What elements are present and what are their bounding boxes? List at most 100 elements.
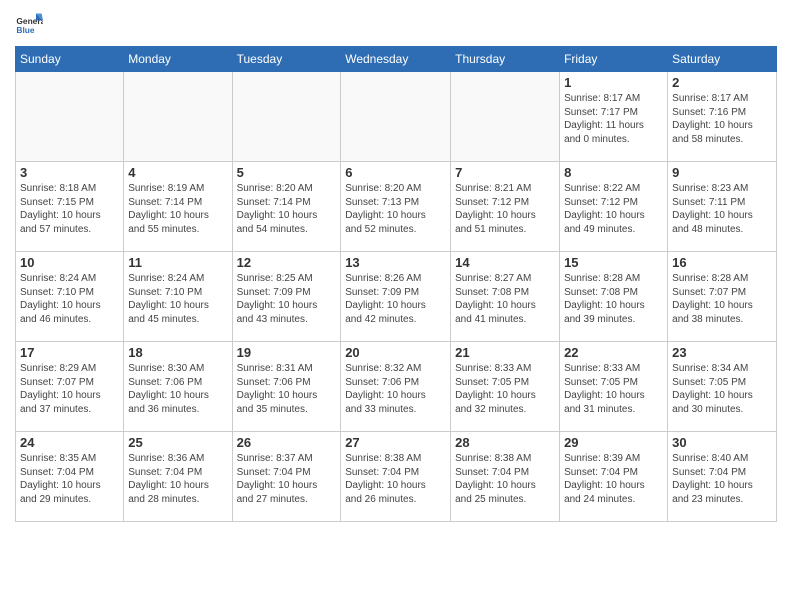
- day-number: 5: [237, 165, 337, 180]
- day-number: 29: [564, 435, 663, 450]
- day-info: Sunrise: 8:22 AM Sunset: 7:12 PM Dayligh…: [564, 182, 663, 236]
- weekday-header-friday: Friday: [560, 47, 668, 72]
- day-number: 11: [128, 255, 227, 270]
- day-info: Sunrise: 8:23 AM Sunset: 7:11 PM Dayligh…: [672, 182, 772, 236]
- calendar-cell: 3 Sunrise: 8:18 AM Sunset: 7:15 PM Daylig…: [16, 162, 124, 252]
- calendar-cell: 14Sunrise: 8:27 AM Sunset: 7:08 PM Dayli…: [451, 252, 560, 342]
- day-info: Sunrise: 8:19 AM Sunset: 7:14 PM Dayligh…: [128, 182, 227, 236]
- day-info: Sunrise: 8:20 AM Sunset: 7:14 PM Dayligh…: [237, 182, 337, 236]
- day-number: 7: [455, 165, 555, 180]
- day-number: 24: [20, 435, 119, 450]
- day-info: Sunrise: 8:32 AM Sunset: 7:06 PM Dayligh…: [345, 362, 446, 416]
- day-info: Sunrise: 8:28 AM Sunset: 7:08 PM Dayligh…: [564, 272, 663, 326]
- calendar-cell: 11 Sunrise: 8:24 AM Sunset: 7:10 PM Dayli…: [124, 252, 232, 342]
- logo-icon: General Blue: [15, 10, 43, 38]
- header: General Blue: [15, 10, 777, 38]
- calendar-cell: 13 Sunrise: 8:26 AM Sunset: 7:09 PM Dayli…: [341, 252, 451, 342]
- day-info: Sunrise: 8:21 AM Sunset: 7:12 PM Dayligh…: [455, 182, 555, 236]
- calendar-cell: 25 Sunrise: 8:36 AM Sunset: 7:04 PM Dayli…: [124, 432, 232, 522]
- day-info: Sunrise: 8:26 AM Sunset: 7:09 PM Dayligh…: [345, 272, 446, 326]
- calendar-cell: 21 Sunrise: 8:33 AM Sunset: 7:05 PM Dayli…: [451, 342, 560, 432]
- day-info: Sunrise: 8:33 AM Sunset: 7:05 PM Dayligh…: [564, 362, 663, 416]
- calendar-cell: 28Sunrise: 8:38 AM Sunset: 7:04 PM Dayli…: [451, 432, 560, 522]
- day-info: Sunrise: 8:34 AM Sunset: 7:05 PM Dayligh…: [672, 362, 772, 416]
- calendar-cell: 23 Sunrise: 8:34 AM Sunset: 7:05 PM Dayli…: [668, 342, 777, 432]
- day-number: 30: [672, 435, 772, 450]
- day-number: 10: [20, 255, 119, 270]
- logo: General Blue: [15, 10, 47, 38]
- day-number: 4: [128, 165, 227, 180]
- calendar-cell: [451, 72, 560, 162]
- day-number: 28: [455, 435, 555, 450]
- day-number: 1: [564, 75, 663, 90]
- calendar-cell: 20Sunrise: 8:32 AM Sunset: 7:06 PM Dayli…: [341, 342, 451, 432]
- calendar-cell: 9 Sunrise: 8:23 AM Sunset: 7:11 PM Daylig…: [668, 162, 777, 252]
- day-info: Sunrise: 8:31 AM Sunset: 7:06 PM Dayligh…: [237, 362, 337, 416]
- weekday-header-monday: Monday: [124, 47, 232, 72]
- day-info: Sunrise: 8:17 AM Sunset: 7:17 PM Dayligh…: [564, 92, 663, 146]
- calendar-cell: 6 Sunrise: 8:20 AM Sunset: 7:13 PM Daylig…: [341, 162, 451, 252]
- day-info: Sunrise: 8:18 AM Sunset: 7:15 PM Dayligh…: [20, 182, 119, 236]
- day-info: Sunrise: 8:25 AM Sunset: 7:09 PM Dayligh…: [237, 272, 337, 326]
- calendar-cell: [232, 72, 341, 162]
- day-info: Sunrise: 8:37 AM Sunset: 7:04 PM Dayligh…: [237, 452, 337, 506]
- weekday-header-tuesday: Tuesday: [232, 47, 341, 72]
- calendar-table: SundayMondayTuesdayWednesdayThursdayFrid…: [15, 46, 777, 522]
- calendar-cell: 5 Sunrise: 8:20 AM Sunset: 7:14 PM Daylig…: [232, 162, 341, 252]
- day-number: 8: [564, 165, 663, 180]
- calendar-cell: 29Sunrise: 8:39 AM Sunset: 7:04 PM Dayli…: [560, 432, 668, 522]
- day-number: 22: [564, 345, 663, 360]
- calendar-header-row: SundayMondayTuesdayWednesdayThursdayFrid…: [16, 47, 777, 72]
- day-number: 26: [237, 435, 337, 450]
- calendar-cell: 22 Sunrise: 8:33 AM Sunset: 7:05 PM Dayli…: [560, 342, 668, 432]
- calendar-cell: 26 Sunrise: 8:37 AM Sunset: 7:04 PM Dayli…: [232, 432, 341, 522]
- day-number: 16: [672, 255, 772, 270]
- day-number: 19: [237, 345, 337, 360]
- day-number: 18: [128, 345, 227, 360]
- weekday-header-sunday: Sunday: [16, 47, 124, 72]
- calendar-cell: 24 Sunrise: 8:35 AM Sunset: 7:04 PM Dayli…: [16, 432, 124, 522]
- day-number: 13: [345, 255, 446, 270]
- calendar-cell: 19 Sunrise: 8:31 AM Sunset: 7:06 PM Dayli…: [232, 342, 341, 432]
- day-info: Sunrise: 8:33 AM Sunset: 7:05 PM Dayligh…: [455, 362, 555, 416]
- weekday-header-wednesday: Wednesday: [341, 47, 451, 72]
- day-info: Sunrise: 8:24 AM Sunset: 7:10 PM Dayligh…: [20, 272, 119, 326]
- day-info: Sunrise: 8:38 AM Sunset: 7:04 PM Dayligh…: [345, 452, 446, 506]
- weekday-header-saturday: Saturday: [668, 47, 777, 72]
- day-number: 6: [345, 165, 446, 180]
- calendar-cell: 15Sunrise: 8:28 AM Sunset: 7:08 PM Dayli…: [560, 252, 668, 342]
- day-info: Sunrise: 8:36 AM Sunset: 7:04 PM Dayligh…: [128, 452, 227, 506]
- calendar-cell: [16, 72, 124, 162]
- calendar-cell: [124, 72, 232, 162]
- day-number: 25: [128, 435, 227, 450]
- calendar-cell: 7 Sunrise: 8:21 AM Sunset: 7:12 PM Daylig…: [451, 162, 560, 252]
- calendar-cell: 1 Sunrise: 8:17 AM Sunset: 7:17 PM Daylig…: [560, 72, 668, 162]
- day-info: Sunrise: 8:20 AM Sunset: 7:13 PM Dayligh…: [345, 182, 446, 236]
- day-number: 21: [455, 345, 555, 360]
- calendar-cell: 30 Sunrise: 8:40 AM Sunset: 7:04 PM Dayli…: [668, 432, 777, 522]
- calendar-cell: 10 Sunrise: 8:24 AM Sunset: 7:10 PM Dayli…: [16, 252, 124, 342]
- calendar-week-4: 17Sunrise: 8:29 AM Sunset: 7:07 PM Dayli…: [16, 342, 777, 432]
- day-info: Sunrise: 8:40 AM Sunset: 7:04 PM Dayligh…: [672, 452, 772, 506]
- calendar-cell: 16Sunrise: 8:28 AM Sunset: 7:07 PM Dayli…: [668, 252, 777, 342]
- day-number: 12: [237, 255, 337, 270]
- weekday-header-thursday: Thursday: [451, 47, 560, 72]
- calendar-cell: 2Sunrise: 8:17 AM Sunset: 7:16 PM Daylig…: [668, 72, 777, 162]
- calendar-week-5: 24 Sunrise: 8:35 AM Sunset: 7:04 PM Dayli…: [16, 432, 777, 522]
- day-number: 2: [672, 75, 772, 90]
- calendar-cell: [341, 72, 451, 162]
- day-info: Sunrise: 8:24 AM Sunset: 7:10 PM Dayligh…: [128, 272, 227, 326]
- day-info: Sunrise: 8:35 AM Sunset: 7:04 PM Dayligh…: [20, 452, 119, 506]
- calendar-cell: 8 Sunrise: 8:22 AM Sunset: 7:12 PM Daylig…: [560, 162, 668, 252]
- day-number: 3: [20, 165, 119, 180]
- calendar-cell: 27Sunrise: 8:38 AM Sunset: 7:04 PM Dayli…: [341, 432, 451, 522]
- day-number: 14: [455, 255, 555, 270]
- day-number: 9: [672, 165, 772, 180]
- calendar-week-2: 3 Sunrise: 8:18 AM Sunset: 7:15 PM Daylig…: [16, 162, 777, 252]
- day-number: 23: [672, 345, 772, 360]
- day-number: 17: [20, 345, 119, 360]
- calendar-cell: 17Sunrise: 8:29 AM Sunset: 7:07 PM Dayli…: [16, 342, 124, 432]
- calendar-week-3: 10 Sunrise: 8:24 AM Sunset: 7:10 PM Dayli…: [16, 252, 777, 342]
- calendar-cell: 12 Sunrise: 8:25 AM Sunset: 7:09 PM Dayli…: [232, 252, 341, 342]
- svg-text:Blue: Blue: [16, 25, 34, 35]
